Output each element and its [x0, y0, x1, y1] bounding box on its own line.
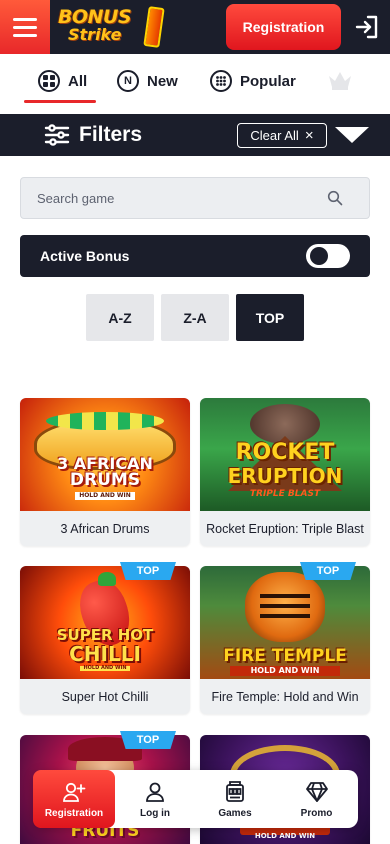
top-badge: TOP [120, 562, 176, 580]
crown-icon[interactable] [326, 68, 354, 90]
search-icon[interactable] [327, 190, 343, 206]
game-name: Super Hot Chilli [61, 689, 149, 704]
game-thumbnail: 3 AFRICAN DRUMS HOLD AND WIN [20, 398, 190, 511]
chilli-stem-art [98, 572, 116, 586]
sliders-icon [44, 124, 70, 146]
sort-za-button[interactable]: Z-A [161, 294, 229, 341]
nav-label: Games [218, 807, 252, 819]
game-card[interactable]: 3 AFRICAN DRUMS HOLD AND WIN 3 African D… [20, 398, 190, 546]
game-thumbnail: ROCKET ERUPTION TRIPLE BLAST [200, 398, 370, 511]
sort-az-button[interactable]: A-Z [86, 294, 154, 341]
logo-word-bonus: BONUS [58, 6, 132, 28]
game-subtitle: TRIPLE BLAST [249, 489, 321, 499]
top-header: BONUS Strike Registration [0, 0, 390, 54]
top-badge: TOP [300, 562, 356, 580]
tab-popular[interactable]: Popular [210, 68, 296, 94]
drum-top-art [46, 412, 164, 430]
active-tab-indicator [24, 100, 96, 103]
game-subtitle: HOLD AND WIN [230, 666, 340, 676]
game-card[interactable]: FIRE TEMPLE HOLD AND WIN Fire Temple: Ho… [200, 566, 370, 714]
hamburger-menu-button[interactable] [0, 0, 50, 54]
game-title-line: CHILLI [69, 642, 141, 666]
game-title-line: SUPER HOT [56, 626, 154, 644]
game-card[interactable]: ROCKET ERUPTION TRIPLE BLAST Rocket Erup… [200, 398, 370, 546]
chevron-down-icon[interactable] [335, 127, 369, 143]
search-input[interactable] [21, 178, 321, 218]
top-badge: TOP [120, 731, 176, 749]
tiger-art [245, 572, 325, 642]
game-title-line: FIRE TEMPLE [223, 646, 347, 666]
active-bonus-toggle[interactable] [306, 244, 350, 268]
dice-icon [210, 70, 232, 92]
add-user-icon [63, 782, 86, 802]
menu-icon [13, 17, 37, 21]
game-title-line: ERUPTION [227, 464, 343, 488]
slot-machine-icon [226, 780, 244, 802]
tab-label: All [68, 72, 88, 90]
sort-top-button[interactable]: TOP [236, 294, 304, 341]
nav-login[interactable]: Log in [115, 770, 195, 828]
tab-all[interactable]: All [38, 68, 87, 94]
clear-all-label: Clear All [250, 128, 299, 143]
game-subtitle: HOLD AND WIN [80, 666, 130, 671]
nav-promo[interactable]: Promo [275, 770, 358, 828]
registration-button[interactable]: Registration [226, 4, 341, 50]
bottom-nav: Registration Log in Games Promo [33, 770, 358, 828]
nav-games[interactable]: Games [195, 770, 275, 828]
nav-label: Promo [300, 807, 333, 819]
tab-new[interactable]: N New [117, 68, 178, 94]
game-card[interactable]: SUPER HOT CHILLI HOLD AND WIN Super Hot … [20, 566, 190, 714]
brand-logo[interactable]: BONUS Strike [58, 6, 170, 49]
close-icon: × [304, 127, 314, 144]
active-bonus-label: Active Bonus [40, 248, 130, 264]
app-root: BONUS Strike Registration All N New Popu… [0, 0, 390, 844]
grid-icon [38, 70, 60, 92]
game-thumbnail: SUPER HOT CHILLI HOLD AND WIN [20, 566, 190, 679]
logo-word-strike: Strike [68, 25, 122, 44]
game-subtitle: HOLD AND WIN [254, 832, 316, 840]
nav-registration[interactable]: Registration [33, 770, 115, 828]
logo-can-icon [143, 6, 165, 48]
menu-icon-bar [13, 33, 37, 37]
game-thumbnail: FIRE TEMPLE HOLD AND WIN [200, 566, 370, 679]
menu-icon-bar [13, 25, 37, 29]
game-subtitle: HOLD AND WIN [75, 492, 135, 500]
game-title-line: ROCKET [235, 440, 335, 465]
nav-label: Log in [140, 807, 170, 819]
filters-bar: Filters Clear All × [0, 114, 390, 156]
game-title-line: DRUMS [69, 470, 141, 490]
n-circle-icon: N [117, 70, 139, 92]
tab-label: New [147, 72, 178, 90]
game-name: 3 African Drums [60, 521, 150, 536]
filters-title: Filters [79, 123, 143, 146]
login-icon[interactable] [354, 14, 380, 40]
game-name: Fire Temple: Hold and Win [211, 689, 359, 704]
user-icon [146, 782, 164, 802]
diamond-icon [305, 781, 328, 802]
tiger-stripes-art [260, 594, 310, 598]
game-name: Rocket Eruption: Triple Blast [206, 521, 364, 536]
search-box [20, 177, 370, 219]
toggle-knob [310, 247, 328, 265]
active-bonus-row: Active Bonus [20, 235, 370, 277]
tab-label: Popular [240, 72, 296, 90]
nav-label: Registration [44, 807, 104, 819]
clear-all-button[interactable]: Clear All × [237, 123, 327, 148]
